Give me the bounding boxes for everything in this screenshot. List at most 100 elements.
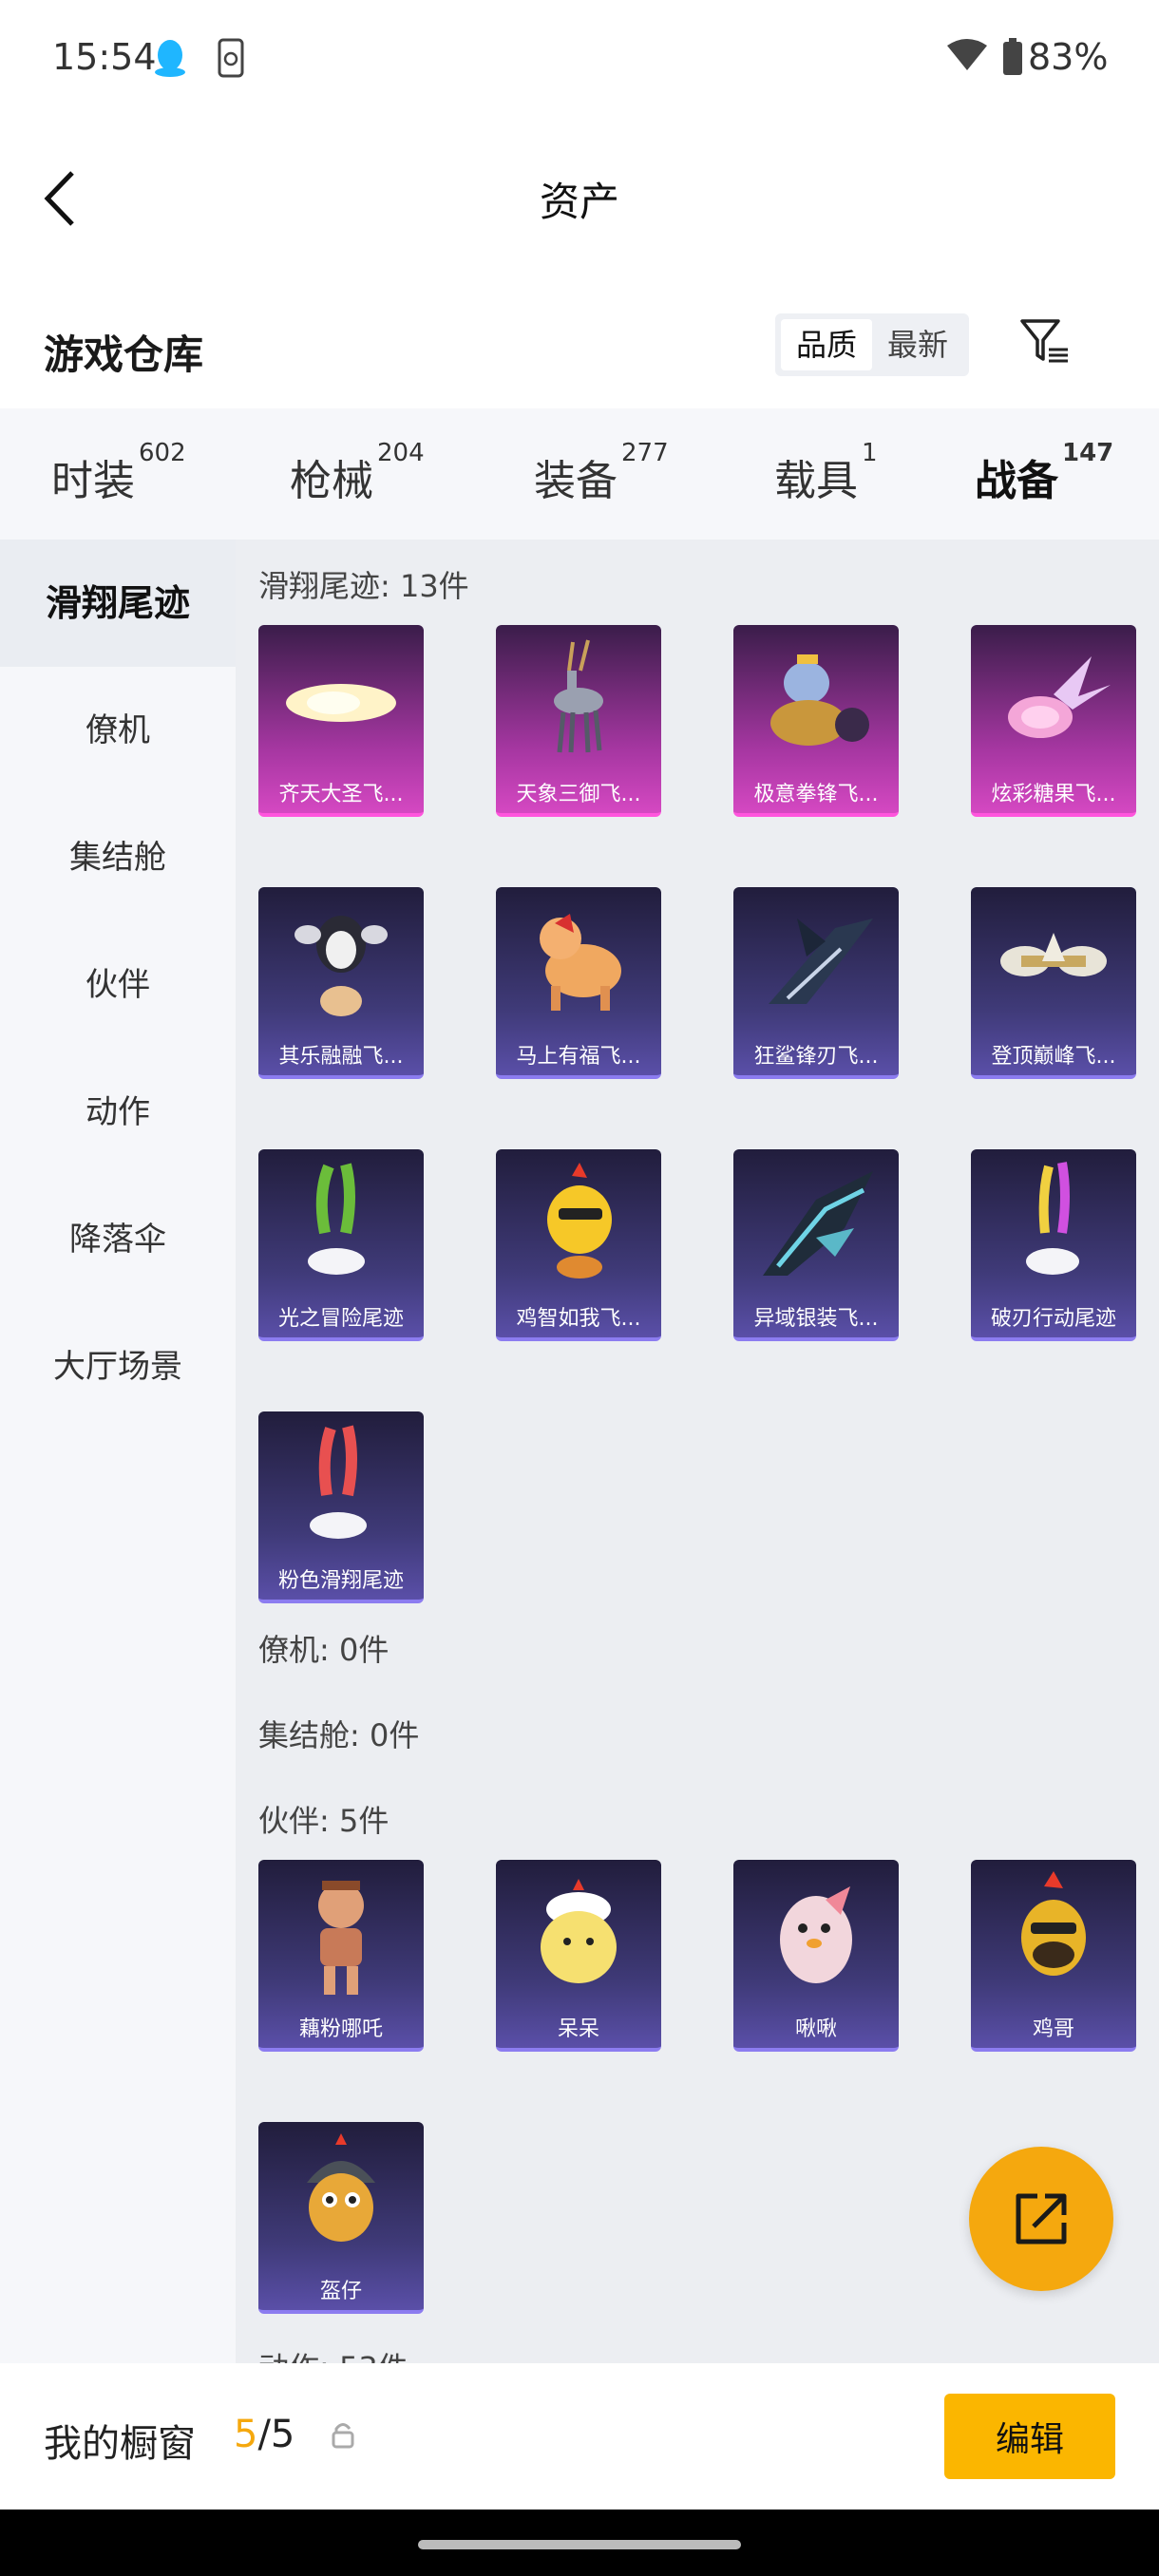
- tab-count: 1: [862, 439, 878, 468]
- item-image: [733, 1149, 899, 1297]
- tab-battle-prep[interactable]: 战备147: [975, 439, 1113, 555]
- sort-latest-button[interactable]: 最新: [872, 319, 963, 370]
- section-label-partner: 伙伴: 5件: [258, 1803, 390, 1839]
- battery-icon: [1002, 38, 1023, 80]
- item-image: [971, 887, 1136, 1035]
- filter-button[interactable]: [1016, 313, 1074, 370]
- item-card[interactable]: 异域银装飞...: [733, 1149, 899, 1341]
- sidebar-item-action[interactable]: 动作: [0, 1049, 236, 1176]
- item-card[interactable]: 鸡哥: [971, 1860, 1136, 2052]
- item-name: 登顶巅峰飞...: [991, 1045, 1116, 1069]
- battery-percent: 83%: [1028, 36, 1109, 78]
- sidebar: 滑翔尾迹 僚机 集结舱 伙伴 动作 降落伞 大厅场景: [0, 540, 236, 2363]
- tab-count: 602: [139, 439, 186, 468]
- item-card[interactable]: 登顶巅峰飞...: [971, 887, 1136, 1079]
- item-card[interactable]: 天象三御飞...: [496, 625, 661, 817]
- sidebar-item-lobby-scene[interactable]: 大厅场景: [0, 1303, 236, 1430]
- section-label-wingman: 僚机: 0件: [258, 1632, 390, 1668]
- item-card[interactable]: 藕粉哪吒: [258, 1860, 424, 2052]
- qq-icon: [152, 38, 188, 82]
- item-image: [258, 1149, 424, 1297]
- warehouse-header: 游戏仓库 品质 最新: [0, 285, 1159, 408]
- item-name: 粉色滑翔尾迹: [277, 1569, 404, 1593]
- nav-bar: 资产: [0, 118, 1159, 270]
- sort-toggle: 品质 最新: [775, 313, 969, 376]
- item-card[interactable]: 狂鲨锋刃飞...: [733, 887, 899, 1079]
- sidebar-item-partner[interactable]: 伙伴: [0, 921, 236, 1049]
- page-title: 资产: [539, 179, 619, 225]
- item-name: 啾啾: [794, 2017, 837, 2041]
- tab-count: 147: [1062, 439, 1114, 468]
- sidebar-item-glide-trail[interactable]: 滑翔尾迹: [0, 540, 236, 667]
- item-image: [733, 887, 899, 1035]
- item-card[interactable]: 鸡智如我飞...: [496, 1149, 661, 1341]
- item-name: 狂鲨锋刃飞...: [753, 1045, 879, 1069]
- item-name: 马上有福飞...: [516, 1045, 641, 1069]
- item-card[interactable]: 极意拳锋飞...: [733, 625, 899, 817]
- filter-icon: [1020, 319, 1068, 363]
- item-name: 其乐融融飞...: [278, 1045, 404, 1069]
- phone-sync-icon: [217, 38, 247, 82]
- status-time: 15:54: [52, 36, 157, 78]
- item-card[interactable]: 粉色滑翔尾迹: [258, 1411, 424, 1603]
- item-image: [971, 625, 1136, 773]
- share-button[interactable]: [969, 2147, 1113, 2291]
- lock-icon: [331, 2420, 355, 2453]
- item-name: 破刃行动尾迹: [990, 1307, 1116, 1331]
- item-image: [496, 1860, 661, 2008]
- item-card[interactable]: 马上有福飞...: [496, 887, 661, 1079]
- item-name: 齐天大圣飞...: [278, 783, 404, 806]
- item-image: [971, 1860, 1136, 2008]
- item-card[interactable]: 齐天大圣飞...: [258, 625, 424, 817]
- content-area: 滑翔尾迹: 13件 齐天大圣飞... 天象三御飞... 极意拳锋飞... 炫彩糖…: [236, 540, 1159, 2363]
- showcase-count: 5/5: [234, 2413, 295, 2456]
- item-card[interactable]: 破刃行动尾迹: [971, 1149, 1136, 1341]
- item-image: [258, 1411, 424, 1560]
- item-name: 炫彩糖果飞...: [991, 783, 1116, 806]
- item-name: 藕粉哪吒: [298, 2017, 383, 2041]
- share-icon: [1016, 2193, 1067, 2245]
- tab-count: 204: [377, 439, 425, 468]
- item-image: [496, 1149, 661, 1297]
- item-image: [733, 1860, 899, 2008]
- sort-quality-button[interactable]: 品质: [781, 319, 872, 370]
- tab-guns[interactable]: 枪械204: [290, 439, 425, 507]
- item-name: 极意拳锋飞...: [753, 783, 879, 806]
- home-indicator[interactable]: [418, 2540, 741, 2549]
- item-image: [258, 887, 424, 1035]
- tab-equipment[interactable]: 装备277: [534, 439, 669, 507]
- item-name: 鸡哥: [1032, 2017, 1074, 2041]
- item-name: 呆呆: [557, 2017, 599, 2041]
- sidebar-item-assembly-pod[interactable]: 集结舱: [0, 794, 236, 921]
- showcase-label: 我的橱窗: [44, 2422, 196, 2466]
- item-name: 异域银装飞...: [753, 1307, 879, 1331]
- section-label-action: 动作: 53件: [258, 2344, 408, 2363]
- showcase-bar: 我的橱窗 5/5 编辑: [0, 2363, 1159, 2510]
- tab-vehicles[interactable]: 载具1: [774, 439, 878, 507]
- item-card[interactable]: 炫彩糖果飞...: [971, 625, 1136, 817]
- warehouse-title: 游戏仓库: [44, 331, 204, 378]
- wifi-icon: [945, 38, 989, 76]
- section-label-glide-trail: 滑翔尾迹: 13件: [258, 568, 469, 604]
- item-image: [971, 1149, 1136, 1297]
- item-card[interactable]: 盔仔: [258, 2122, 424, 2314]
- item-name: 光之冒险尾迹: [277, 1307, 404, 1331]
- tab-fashion[interactable]: 时装602: [51, 439, 186, 507]
- item-card[interactable]: 呆呆: [496, 1860, 661, 2052]
- item-image: [258, 1860, 424, 2008]
- category-tabs: 时装602 枪械204 装备277 载具1 战备147: [0, 408, 1159, 555]
- sidebar-item-parachute[interactable]: 降落伞: [0, 1176, 236, 1303]
- item-card[interactable]: 其乐融融飞...: [258, 887, 424, 1079]
- sidebar-item-wingman[interactable]: 僚机: [0, 667, 236, 794]
- item-name: 鸡智如我飞...: [516, 1307, 641, 1331]
- item-image: [496, 625, 661, 773]
- edit-button[interactable]: 编辑: [944, 2394, 1115, 2479]
- item-name: 天象三御飞...: [516, 783, 641, 806]
- item-name: 盔仔: [319, 2280, 362, 2303]
- item-image: [496, 887, 661, 1035]
- item-card[interactable]: 光之冒险尾迹: [258, 1149, 424, 1341]
- section-label-assembly-pod: 集结舱: 0件: [258, 1717, 420, 1753]
- item-image: [258, 2122, 424, 2270]
- item-card[interactable]: 啾啾: [733, 1860, 899, 2052]
- item-image: [733, 625, 899, 773]
